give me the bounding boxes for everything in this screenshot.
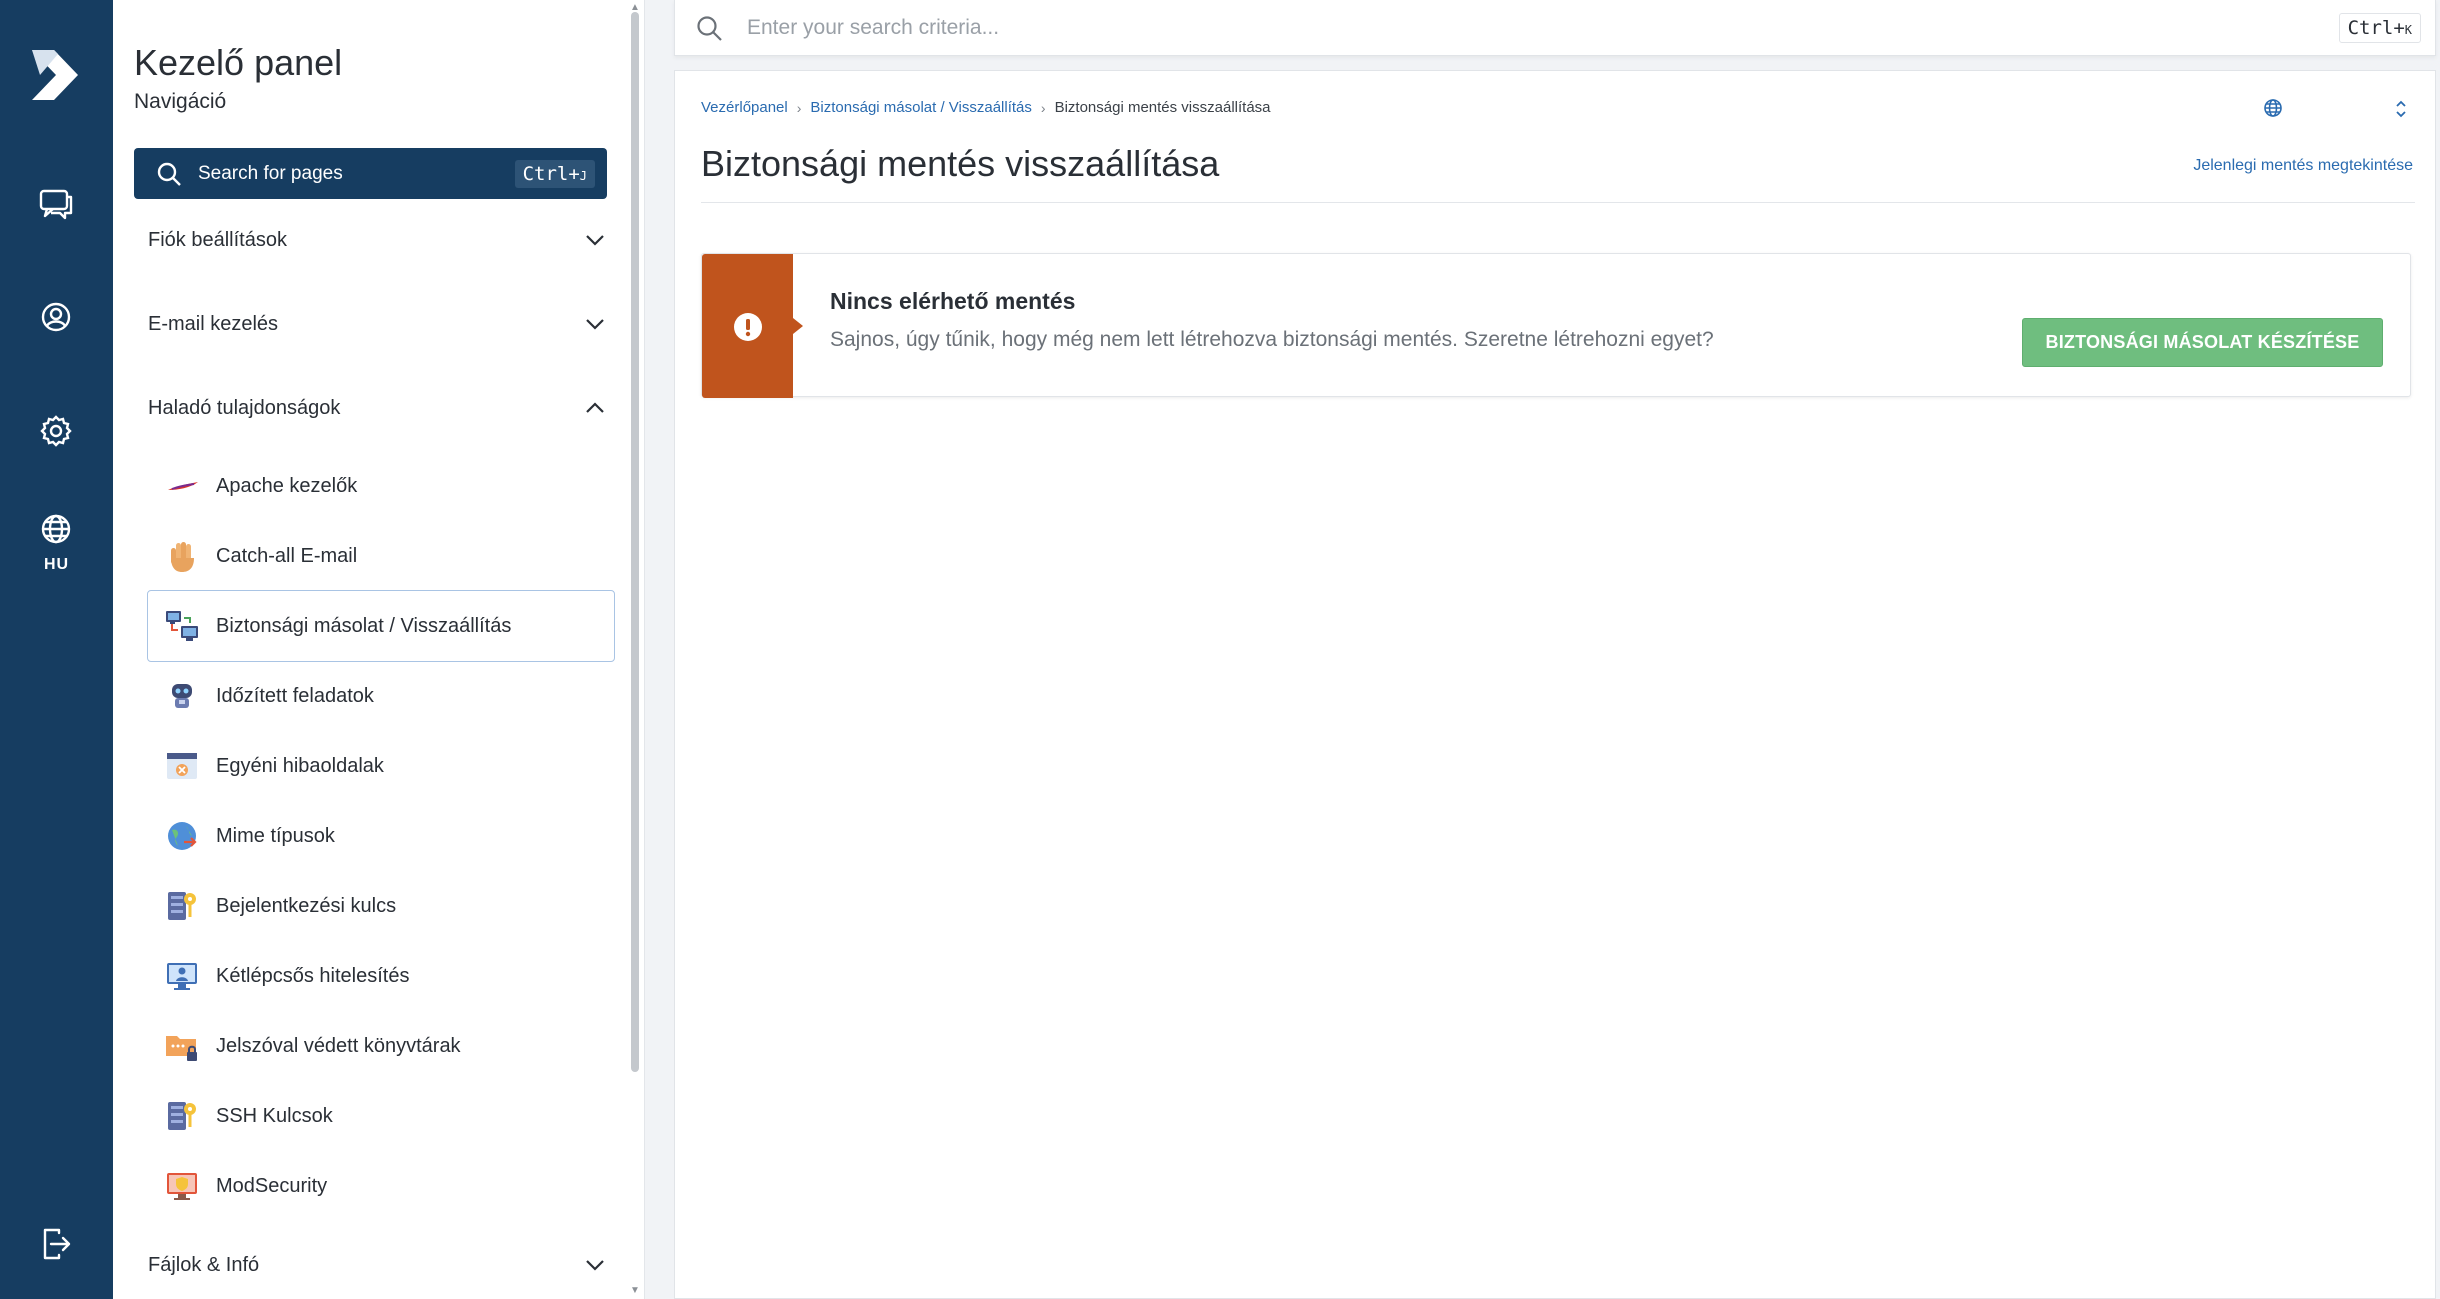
panel-subtitle: Navigáció (134, 90, 227, 113)
breadcrumb-current: Biztonsági mentés visszaállítása (1054, 99, 1271, 116)
search-icon (157, 162, 181, 186)
nav-item-label: SSH Kulcsok (216, 1104, 333, 1127)
globe-icon[interactable] (2262, 97, 2284, 119)
section-email-management[interactable]: E-mail kezelés (148, 304, 608, 344)
nav-item-backup-restore[interactable]: Biztonsági másolat / Visszaállítás (147, 590, 615, 662)
main-content: Vezérlőpanel › Biztonsági másolat / Viss… (674, 70, 2436, 1299)
hand-icon (171, 542, 194, 572)
navigation-panel: Kezelő panel Navigáció Search for pages … (113, 0, 645, 1299)
chevron-down-icon (586, 235, 604, 246)
nav-item-label: Jelszóval védett könyvtárak (216, 1034, 461, 1057)
nav-item-label: Egyéni hibaoldalak (216, 754, 384, 777)
chevron-right-icon: › (796, 99, 802, 116)
page-title: Biztonsági mentés visszaállítása (701, 143, 1220, 184)
alert-notch (793, 318, 803, 334)
monitor-user-icon (167, 963, 197, 990)
server-key-icon (168, 1102, 196, 1130)
folder-lock-icon (166, 1036, 197, 1061)
page-search-label: Search for pages (198, 162, 343, 184)
shortcut-badge: Ctrl+K (2338, 12, 2421, 43)
server-key-icon (168, 892, 196, 920)
alert-title: Nincs elérhető mentés (830, 288, 1076, 314)
global-search-input[interactable] (747, 15, 2339, 40)
globe-arrows-icon (168, 822, 197, 850)
alert-icon (734, 313, 762, 341)
breadcrumb-link-backup-restore[interactable]: Biztonsági másolat / Visszaállítás (810, 99, 1032, 116)
chevron-up-icon (586, 402, 604, 413)
section-label: Haladó tulajdonságok (148, 396, 341, 419)
section-label: Fájlok & Infó (148, 1253, 260, 1276)
nav-item-label: Biztonsági másolat / Visszaállítás (216, 614, 512, 637)
scroll-up-arrow[interactable]: ▲ (629, 2, 641, 13)
divider (701, 202, 2415, 203)
nav-item-label: Catch-all E-mail (216, 544, 358, 567)
logo-icon[interactable] (28, 44, 86, 106)
language-label[interactable]: HU (0, 556, 113, 574)
nav-item-custom-error-pages[interactable]: Egyéni hibaoldalak (147, 730, 615, 802)
nav-item-catch-all-email[interactable]: Catch-all E-mail (147, 520, 615, 592)
chevron-right-icon: › (1040, 99, 1046, 116)
nav-item-cron-jobs[interactable]: Időzített feladatok (147, 660, 615, 732)
section-files-info[interactable]: Fájlok & Infó (148, 1245, 608, 1285)
nav-scrollbar[interactable] (631, 12, 639, 1072)
globe-icon[interactable] (35, 508, 77, 550)
no-backup-alert: Nincs elérhető mentés Sajnos, úgy tűnik,… (701, 253, 2411, 398)
nav-item-label: Kétlépcsős hitelesítés (216, 964, 410, 987)
nav-item-label: Apache kezelők (216, 474, 358, 497)
global-search-bar: Ctrl+K (674, 0, 2436, 56)
view-current-backup-link[interactable]: Jelenlegi mentés megtekintése (2193, 157, 2413, 175)
shield-monitor-icon (167, 1173, 197, 1200)
chevron-up-down-icon[interactable] (2391, 97, 2411, 121)
nav-item-login-keys[interactable]: Bejelentkezési kulcs (147, 870, 615, 942)
backup-computers-icon (166, 611, 198, 641)
create-backup-button[interactable]: BIZTONSÁGI MÁSOLAT KÉSZÍTÉSE (2022, 318, 2383, 367)
search-icon (697, 15, 722, 41)
chat-icon[interactable] (35, 183, 77, 225)
scroll-down-arrow[interactable]: ▼ (629, 1285, 641, 1296)
panel-title: Kezelő panel (134, 42, 343, 83)
nav-item-label: Mime típusok (216, 824, 335, 847)
apache-feather-icon (168, 482, 198, 490)
nav-item-apache-handlers[interactable]: Apache kezelők (147, 450, 615, 522)
chevron-down-icon (586, 319, 604, 330)
alert-accent (702, 254, 803, 398)
shortcut-badge: Ctrl+J (514, 159, 595, 188)
user-icon[interactable] (35, 296, 77, 338)
nav-item-ssh-keys[interactable]: SSH Kulcsok (147, 1080, 615, 1152)
section-account-settings[interactable]: Fiók beállítások (148, 220, 608, 260)
nav-item-two-factor-auth[interactable]: Kétlépcsős hitelesítés (147, 940, 615, 1012)
error-page-icon (167, 753, 197, 779)
nav-item-label: ModSecurity (216, 1174, 328, 1197)
nav-item-label: Bejelentkezési kulcs (216, 894, 397, 917)
section-advanced-features[interactable]: Haladó tulajdonságok (148, 388, 608, 428)
alert-message: Sajnos, úgy tűnik, hogy még nem lett lét… (830, 328, 1714, 351)
page-search-button[interactable]: Search for pages Ctrl+J (134, 148, 607, 199)
breadcrumb-link-dashboard[interactable]: Vezérlőpanel (701, 99, 788, 116)
logout-icon[interactable] (35, 1223, 77, 1265)
nav-item-modsecurity[interactable]: ModSecurity (147, 1150, 615, 1222)
section-label: Fiók beállítások (148, 228, 287, 251)
section-label: E-mail kezelés (148, 312, 279, 335)
icon-rail: HU (0, 0, 113, 1299)
nav-item-password-protected-dirs[interactable]: Jelszóval védett könyvtárak (147, 1010, 615, 1082)
robot-icon (172, 684, 192, 708)
nav-item-label: Időzített feladatok (216, 684, 374, 707)
breadcrumb: Vezérlőpanel › Biztonsági másolat / Viss… (701, 99, 1271, 116)
gear-icon[interactable] (35, 410, 77, 452)
nav-item-mime-types[interactable]: Mime típusok (147, 800, 615, 872)
chevron-down-icon (586, 1260, 604, 1271)
